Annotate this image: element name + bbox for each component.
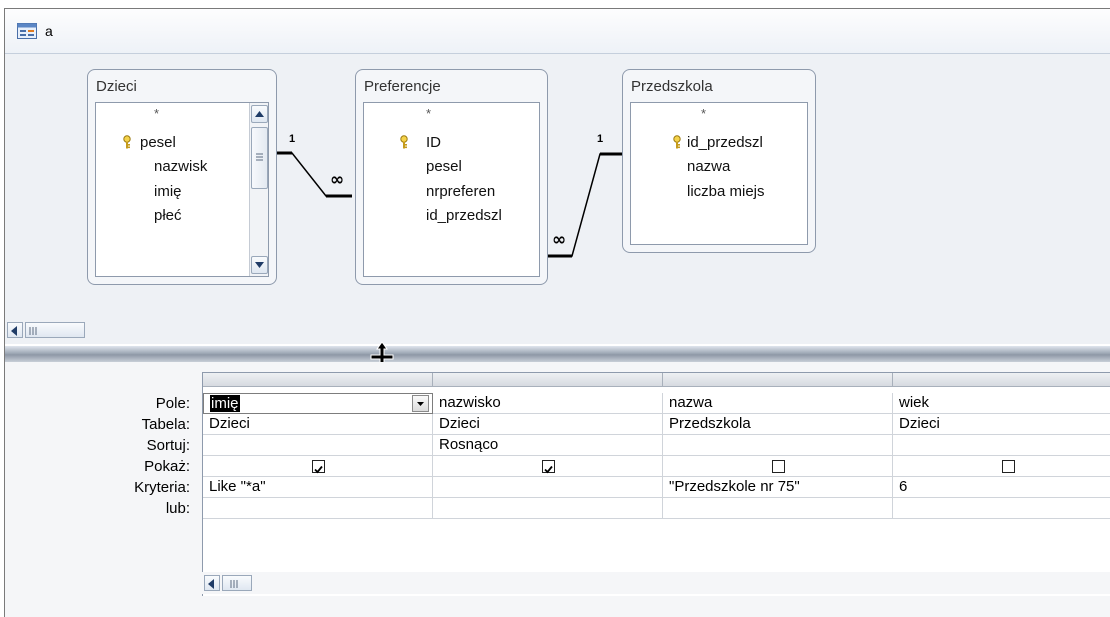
field-nazwa[interactable]: nazwa (687, 158, 730, 175)
cell-kryteria-1[interactable]: Like "*a" (203, 477, 433, 498)
show-checkbox-1[interactable] (312, 460, 325, 474)
scroll-left-icon (208, 579, 214, 589)
cell-tabela-3[interactable]: Przedszkola (663, 414, 893, 435)
cell-pokaz-3[interactable] (663, 456, 893, 477)
scroll-thumb[interactable] (25, 322, 85, 338)
scroll-up-button[interactable] (251, 105, 268, 123)
relation-many-label-2: ∞ (552, 230, 567, 250)
cell-pole-2[interactable]: nazwisko (433, 393, 663, 414)
title-bar: a (5, 9, 1110, 54)
primary-key-icon (123, 135, 131, 149)
cell-lub-2[interactable] (433, 498, 663, 519)
scroll-thumb[interactable] (222, 575, 252, 591)
relation-one-label-2: 1 (597, 133, 604, 145)
cell-lub-3[interactable] (663, 498, 893, 519)
field-star[interactable]: * (154, 106, 159, 121)
field-imie[interactable]: imię (154, 183, 182, 200)
column-selector-4[interactable] (893, 373, 1110, 387)
field-list[interactable]: * id_przedszl nazwa liczba miejs (630, 102, 808, 245)
field-pesel[interactable]: pesel (140, 134, 176, 151)
scroll-down-button[interactable] (251, 256, 268, 274)
column-selector-1[interactable] (203, 373, 433, 387)
table-dzieci[interactable]: Dzieci * pesel nazwisk imię płeć (87, 69, 277, 285)
row-label-lub: lub: (165, 500, 190, 517)
cell-kryteria-4[interactable]: 6 (893, 477, 1110, 498)
cell-sortuj-2[interactable]: Rosnąco (433, 435, 663, 456)
scroll-left-button[interactable] (204, 575, 220, 591)
cell-pole-4[interactable]: wiek (893, 393, 1110, 414)
field-nrpreferencji[interactable]: nrpreferen (426, 183, 495, 200)
table-title[interactable]: Dzieci (96, 78, 137, 95)
arrow-down-icon (255, 262, 264, 268)
cell-kryteria-3[interactable]: "Przedszkole nr 75" (663, 477, 893, 498)
window-title: a (45, 23, 53, 39)
cell-lub-1[interactable] (203, 498, 433, 519)
show-checkbox-4[interactable] (1002, 460, 1015, 473)
query-design-icon (17, 23, 37, 39)
table-title[interactable]: Przedszkola (631, 78, 713, 95)
field-id-przedszkola[interactable]: id_przedszl (687, 134, 763, 151)
cell-sortuj-4[interactable] (893, 435, 1110, 456)
checkmark-icon (544, 465, 553, 474)
grip-icon (256, 153, 263, 161)
column-selector-3[interactable] (663, 373, 893, 387)
cell-tabela-4[interactable]: Dzieci (893, 414, 1110, 435)
row-label-pokaz: Pokaż: (144, 458, 190, 475)
grip-icon (29, 327, 37, 335)
arrow-up-icon (255, 111, 264, 117)
field-list[interactable]: * pesel nazwisk imię płeć (95, 102, 269, 277)
cell-pole-1[interactable]: imię (203, 393, 433, 414)
row-label-pole: Pole: (155, 395, 190, 412)
column-selector-2[interactable] (433, 373, 663, 387)
table-vertical-scrollbar[interactable] (249, 103, 268, 276)
field-liczba-miejsc[interactable]: liczba miejs (687, 183, 765, 200)
field-plec[interactable]: płeć (154, 207, 182, 224)
pane-splitter[interactable] (5, 346, 1110, 362)
primary-key-icon (400, 135, 408, 149)
cell-sortuj-1[interactable] (203, 435, 433, 456)
cell-tabela-2[interactable]: Dzieci (433, 414, 663, 435)
grip-icon (230, 580, 238, 588)
field-id-przedszkola[interactable]: id_przedszl (426, 207, 502, 224)
scroll-left-icon (11, 326, 17, 336)
checkmark-icon (314, 465, 323, 474)
primary-key-icon (673, 135, 681, 149)
field-pesel[interactable]: pesel (426, 158, 462, 175)
upper-horizontal-scrollbar[interactable] (5, 314, 1110, 344)
show-checkbox-3[interactable] (772, 460, 785, 473)
cell-sortuj-3[interactable] (663, 435, 893, 456)
field-id[interactable]: ID (426, 134, 441, 151)
cell-pokaz-1[interactable] (203, 456, 433, 477)
field-list[interactable]: * ID pesel nrpreferen id_przedszl (363, 102, 540, 277)
field-star[interactable]: * (426, 106, 431, 121)
table-title[interactable]: Preferencje (364, 78, 441, 95)
field-dropdown-button[interactable] (412, 395, 429, 412)
row-label-tabela: Tabela: (141, 416, 190, 433)
field-nazwisko[interactable]: nazwisk (154, 158, 207, 175)
cell-tabela-1[interactable]: Dzieci (203, 414, 433, 435)
row-label-sortuj: Sortuj: (146, 437, 190, 454)
cell-lub-4[interactable] (893, 498, 1110, 519)
table-przedszkola[interactable]: Przedszkola * id_przedszl nazwa liczba m… (622, 69, 816, 253)
table-preferencje[interactable]: Preferencje * ID pesel nrpreferen id_prz… (355, 69, 548, 285)
cell-kryteria-2[interactable] (433, 477, 663, 498)
relation-one-label-1: 1 (289, 133, 296, 145)
row-label-kryteria: Kryteria: (134, 479, 190, 496)
field-star[interactable]: * (701, 106, 706, 121)
scroll-thumb[interactable] (251, 127, 268, 189)
relation-many-label-1: ∞ (330, 170, 345, 190)
field-value[interactable]: imię (210, 395, 240, 412)
cell-pokaz-4[interactable] (893, 456, 1110, 477)
grid-horizontal-scrollbar[interactable] (202, 572, 1110, 594)
cell-pole-3[interactable]: nazwa (663, 393, 893, 414)
show-checkbox-2[interactable] (542, 460, 555, 474)
dropdown-arrow-icon (417, 402, 424, 406)
query-design-grid[interactable]: imię Dzieci Like "*a" nazwisko Dzieci Ro… (202, 372, 1110, 596)
cell-pokaz-2[interactable] (433, 456, 663, 477)
scroll-left-button[interactable] (7, 322, 23, 338)
